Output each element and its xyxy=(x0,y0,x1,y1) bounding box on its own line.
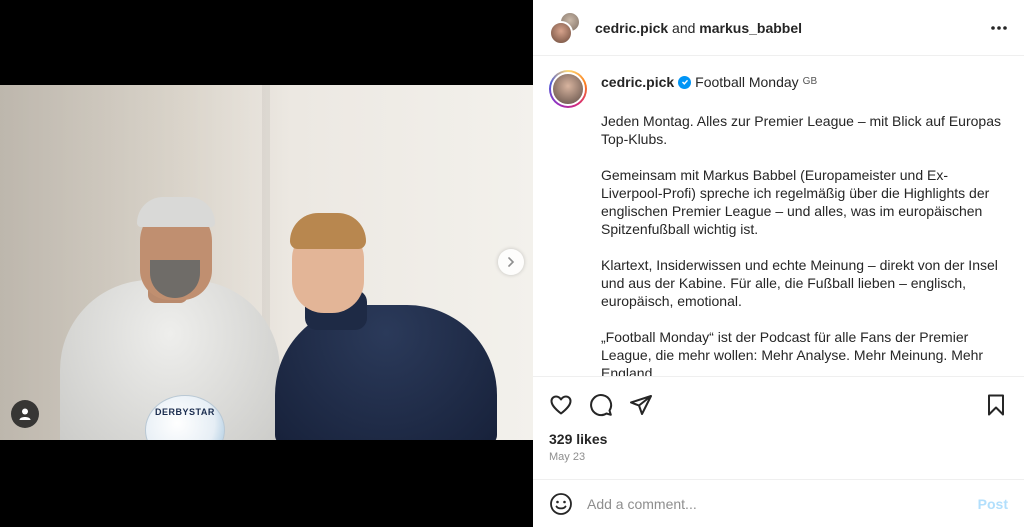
football-brand-text: DERBYSTAR xyxy=(155,407,215,417)
and-text: and xyxy=(672,19,696,36)
collab-avatars[interactable] xyxy=(549,10,583,45)
region-badge: GB xyxy=(802,76,818,87)
caption-section[interactable]: cedric.pick Football Monday GB Jeden Mon… xyxy=(533,56,1024,377)
username-link-2[interactable]: markus_babbel xyxy=(699,20,802,36)
caption-username[interactable]: cedric.pick xyxy=(601,73,674,91)
post-photo[interactable]: DERBYSTAR xyxy=(0,85,533,440)
collab-usernames: cedric.pick and markus_babbel xyxy=(595,20,990,36)
post-side-panel: cedric.pick and markus_babbel cedric.pic… xyxy=(533,0,1024,527)
post-date[interactable]: May 23 xyxy=(533,447,1024,463)
avatar xyxy=(551,72,585,106)
caption-paragraph: Gemeinsam mit Markus Babbel (Europameist… xyxy=(601,167,990,237)
username-link-1[interactable]: cedric.pick xyxy=(595,20,668,36)
comment-input[interactable] xyxy=(587,495,978,512)
post-button[interactable]: Post xyxy=(978,496,1008,512)
caption-title: Football Monday xyxy=(695,74,799,90)
comment-icon[interactable] xyxy=(589,393,613,417)
caption-paragraph: „Football Monday“ ist der Podcast für al… xyxy=(601,329,984,377)
caption-body: cedric.pick Football Monday GB Jeden Mon… xyxy=(601,70,1008,377)
story-ring-avatar[interactable] xyxy=(549,70,587,108)
verified-badge-icon xyxy=(678,75,692,89)
ellipsis-icon[interactable] xyxy=(990,25,1008,31)
next-slide-button[interactable] xyxy=(498,249,524,275)
post-media-area: DERBYSTAR xyxy=(0,0,533,527)
chevron-right-icon xyxy=(508,257,515,267)
post-header: cedric.pick and markus_babbel xyxy=(533,0,1024,56)
comment-bar: Post xyxy=(533,479,1024,527)
likes-count[interactable]: 329 likes xyxy=(533,431,1024,447)
person-2-hair xyxy=(290,213,366,249)
bookmark-icon[interactable] xyxy=(984,393,1008,417)
user-icon xyxy=(19,408,31,420)
caption-paragraph: Klartext, Insiderwissen und echte Meinun… xyxy=(601,257,998,309)
person-1-cap xyxy=(137,197,215,227)
heart-icon[interactable] xyxy=(549,393,573,417)
action-bar xyxy=(533,379,1024,431)
caption-paragraph: Jeden Montag. Alles zur Premier League –… xyxy=(601,113,1001,147)
share-icon[interactable] xyxy=(629,393,653,417)
avatar xyxy=(549,20,573,45)
tagged-users-button[interactable] xyxy=(11,400,39,428)
emoji-icon[interactable] xyxy=(549,492,573,516)
